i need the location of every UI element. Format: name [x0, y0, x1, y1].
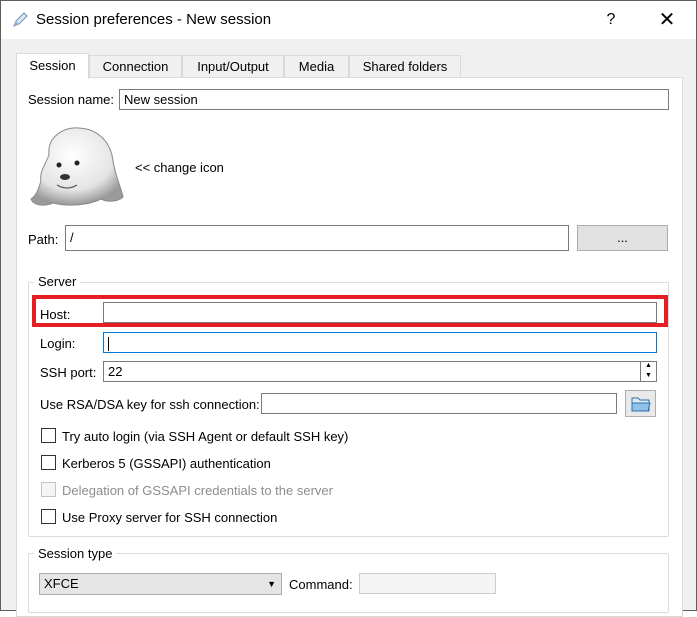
auto-login-checkbox[interactable] [41, 428, 56, 443]
browse-key-button[interactable] [625, 390, 656, 417]
login-label: Login: [40, 336, 76, 351]
window-title: Session preferences - New session [36, 11, 272, 28]
tab-connection[interactable]: Connection [89, 55, 182, 78]
spin-up-icon[interactable]: ▲ [641, 361, 656, 371]
spin-down-icon[interactable]: ▼ [641, 371, 656, 381]
tab-session[interactable]: Session [16, 53, 89, 79]
session-name-label: Session name: [28, 92, 114, 107]
auto-login-label: Try auto login (via SSH Agent or default… [62, 429, 349, 444]
change-icon-link[interactable]: << change icon [135, 160, 224, 175]
session-type-select[interactable]: XFCE ▼ [39, 573, 282, 595]
proxy-checkbox[interactable] [41, 509, 56, 524]
session-name-input[interactable]: New session [119, 89, 669, 110]
close-button[interactable]: ✕ [653, 6, 681, 34]
folder-icon [631, 397, 651, 412]
tab-input-output[interactable]: Input/Output [182, 55, 284, 78]
path-input[interactable]: / [65, 225, 569, 251]
server-group-title: Server [34, 274, 81, 289]
ssh-port-label: SSH port: [40, 365, 97, 380]
ssh-port-spinner[interactable]: ▲ ▼ [640, 361, 656, 382]
help-button[interactable]: ? [599, 8, 623, 32]
pen-icon [13, 12, 28, 27]
ssh-port-input[interactable]: 22 [103, 361, 657, 382]
gssapi-delegation-checkbox [41, 482, 56, 497]
title-bar: Session preferences - New session ? ✕ [1, 1, 696, 39]
browse-path-button[interactable]: ... [577, 225, 668, 251]
kerberos-label: Kerberos 5 (GSSAPI) authentication [62, 456, 271, 471]
text-cursor [108, 336, 109, 351]
host-highlight-box [32, 295, 668, 327]
login-input[interactable] [103, 332, 657, 353]
path-label: Path: [28, 232, 59, 247]
rsa-key-input[interactable] [261, 393, 617, 414]
tab-shared-folders[interactable]: Shared folders [349, 55, 461, 78]
tab-media[interactable]: Media [284, 55, 349, 78]
gssapi-delegation-label: Delegation of GSSAPI credentials to the … [62, 483, 333, 498]
session-type-group-title: Session type [34, 546, 117, 561]
rsa-key-label: Use RSA/DSA key for ssh connection: [40, 397, 260, 412]
session-preferences-dialog: Session preferences - New session ? ✕ Se… [0, 0, 697, 617]
seal-icon[interactable] [29, 125, 125, 209]
command-input[interactable] [359, 573, 496, 594]
command-label: Command: [289, 577, 353, 592]
kerberos-checkbox[interactable] [41, 455, 56, 470]
proxy-label: Use Proxy server for SSH connection [62, 510, 278, 525]
chevron-down-icon: ▼ [267, 579, 276, 589]
